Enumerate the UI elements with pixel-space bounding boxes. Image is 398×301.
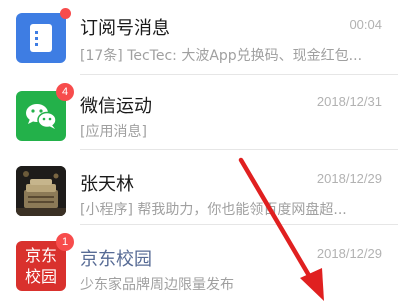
chat-preview: [小程序] 帮我助力，你也能领百度网盘超... — [80, 202, 347, 218]
chat-time: 2018/12/31 — [316, 94, 382, 109]
chat-title: 张天林 — [80, 174, 134, 195]
chat-time: 00:04 — [349, 17, 382, 32]
jd-logo-text-bottom: 校园 — [24, 267, 57, 286]
chat-title: 微信运动 — [80, 96, 152, 117]
chat-time: 2018/12/29 — [316, 171, 382, 186]
unread-count-badge: 4 — [56, 83, 74, 101]
chat-list: 订阅号消息 00:04 [17条] TecTec: 大波App兑换码、现金红包.… — [0, 0, 398, 301]
chat-time: 2018/12/29 — [316, 246, 382, 261]
wechat-sport-avatar: 4 — [16, 83, 74, 141]
chat-row-wechat-sport[interactable]: 4 微信运动 2018/12/31 [应用消息] — [0, 75, 398, 150]
chat-preview: 少东家品牌周边限量发布 — [80, 277, 234, 293]
jd-campus-avatar: 京东 校园 1 — [16, 233, 74, 291]
chat-preview: [应用消息] — [80, 124, 147, 140]
chat-title: 京东校园 — [80, 249, 152, 270]
chat-row-jd-campus[interactable]: 京东 校园 1 京东校园 2018/12/29 少东家品牌周边限量发布 — [0, 225, 398, 300]
cake-photo — [16, 166, 66, 216]
subscriptions-avatar — [16, 8, 71, 63]
chat-title: 订阅号消息 — [80, 18, 170, 39]
unread-dot — [60, 8, 71, 19]
chat-row-subscriptions[interactable]: 订阅号消息 00:04 [17条] TecTec: 大波App兑换码、现金红包.… — [0, 0, 398, 75]
chat-preview: [17条] TecTec: 大波App兑换码、现金红包... — [80, 48, 363, 64]
user-photo-avatar — [16, 166, 66, 216]
chat-row-zhang-tianlin[interactable]: 张天林 2018/12/29 [小程序] 帮我助力，你也能领百度网盘超... — [0, 150, 398, 225]
document-icon — [30, 24, 52, 52]
unread-count-badge: 1 — [56, 233, 74, 251]
